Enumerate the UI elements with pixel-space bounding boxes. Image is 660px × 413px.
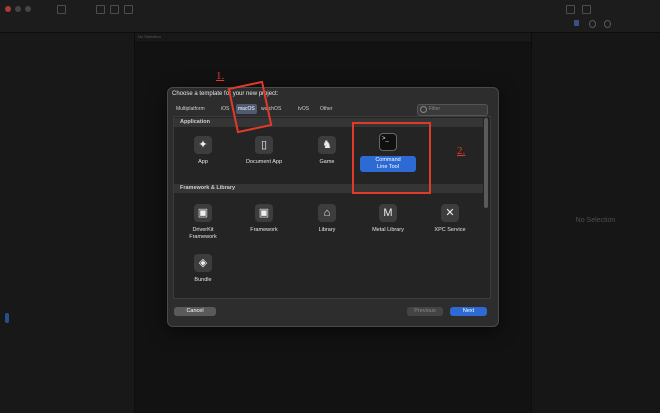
cube-icon: ◈ [194, 254, 212, 272]
game-controller-icon: ♞ [318, 136, 336, 154]
metal-icon: M [379, 204, 397, 222]
annotation-step-2: 2. [457, 145, 466, 157]
annotation-box-command-line-tool [352, 122, 431, 194]
toolbox-icon: ▣ [255, 204, 273, 222]
template-bundle[interactable]: ◈ Bundle [173, 254, 233, 284]
template-label: Document App [245, 159, 283, 165]
template-framework[interactable]: ▣ Framework [234, 204, 294, 234]
template-driverkit-framework[interactable]: ▣ DriverKit Framework [173, 204, 233, 241]
template-game[interactable]: ♞ Game [297, 136, 357, 166]
document-icon: ▯ [255, 136, 273, 154]
template-label: XPC Service [434, 227, 466, 233]
toolbox-icon: ▣ [194, 204, 212, 222]
section-header-framework-library: Framework & Library [174, 184, 483, 193]
template-label: DriverKit Framework [189, 227, 217, 240]
template-list-scrollbar[interactable] [484, 118, 488, 208]
template-metal-library[interactable]: M Metal Library [358, 204, 418, 234]
app-store-icon: ✦ [194, 136, 212, 154]
tools-icon: ✕ [441, 204, 459, 222]
tab-ios[interactable]: iOS [219, 104, 231, 114]
next-button[interactable]: Next [450, 307, 487, 316]
template-label: Library [318, 227, 336, 233]
section-header-application: Application [174, 118, 483, 127]
template-xpc-service[interactable]: ✕ XPC Service [420, 204, 480, 234]
template-library[interactable]: ⌂ Library [297, 204, 357, 234]
tab-multiplatform[interactable]: Multiplatform [174, 104, 207, 114]
tab-tvos[interactable]: tvOS [296, 104, 311, 114]
template-label: App [198, 159, 208, 165]
filter-icon [420, 106, 427, 113]
template-label: Framework [250, 227, 278, 233]
template-document-app[interactable]: ▯ Document App [234, 136, 294, 166]
tab-other[interactable]: Other [318, 104, 335, 114]
template-label: Game [319, 159, 335, 165]
cancel-button[interactable]: Cancel [174, 307, 216, 316]
template-label: Metal Library [372, 227, 404, 233]
previous-button[interactable]: Previous [407, 307, 443, 316]
template-label: Bundle [194, 277, 212, 283]
annotation-step-1: 1. [216, 70, 225, 82]
library-icon: ⌂ [318, 204, 336, 222]
template-app[interactable]: ✦ App [173, 136, 233, 166]
filter-field[interactable] [417, 104, 488, 116]
filter-placeholder: Filter [429, 106, 441, 112]
